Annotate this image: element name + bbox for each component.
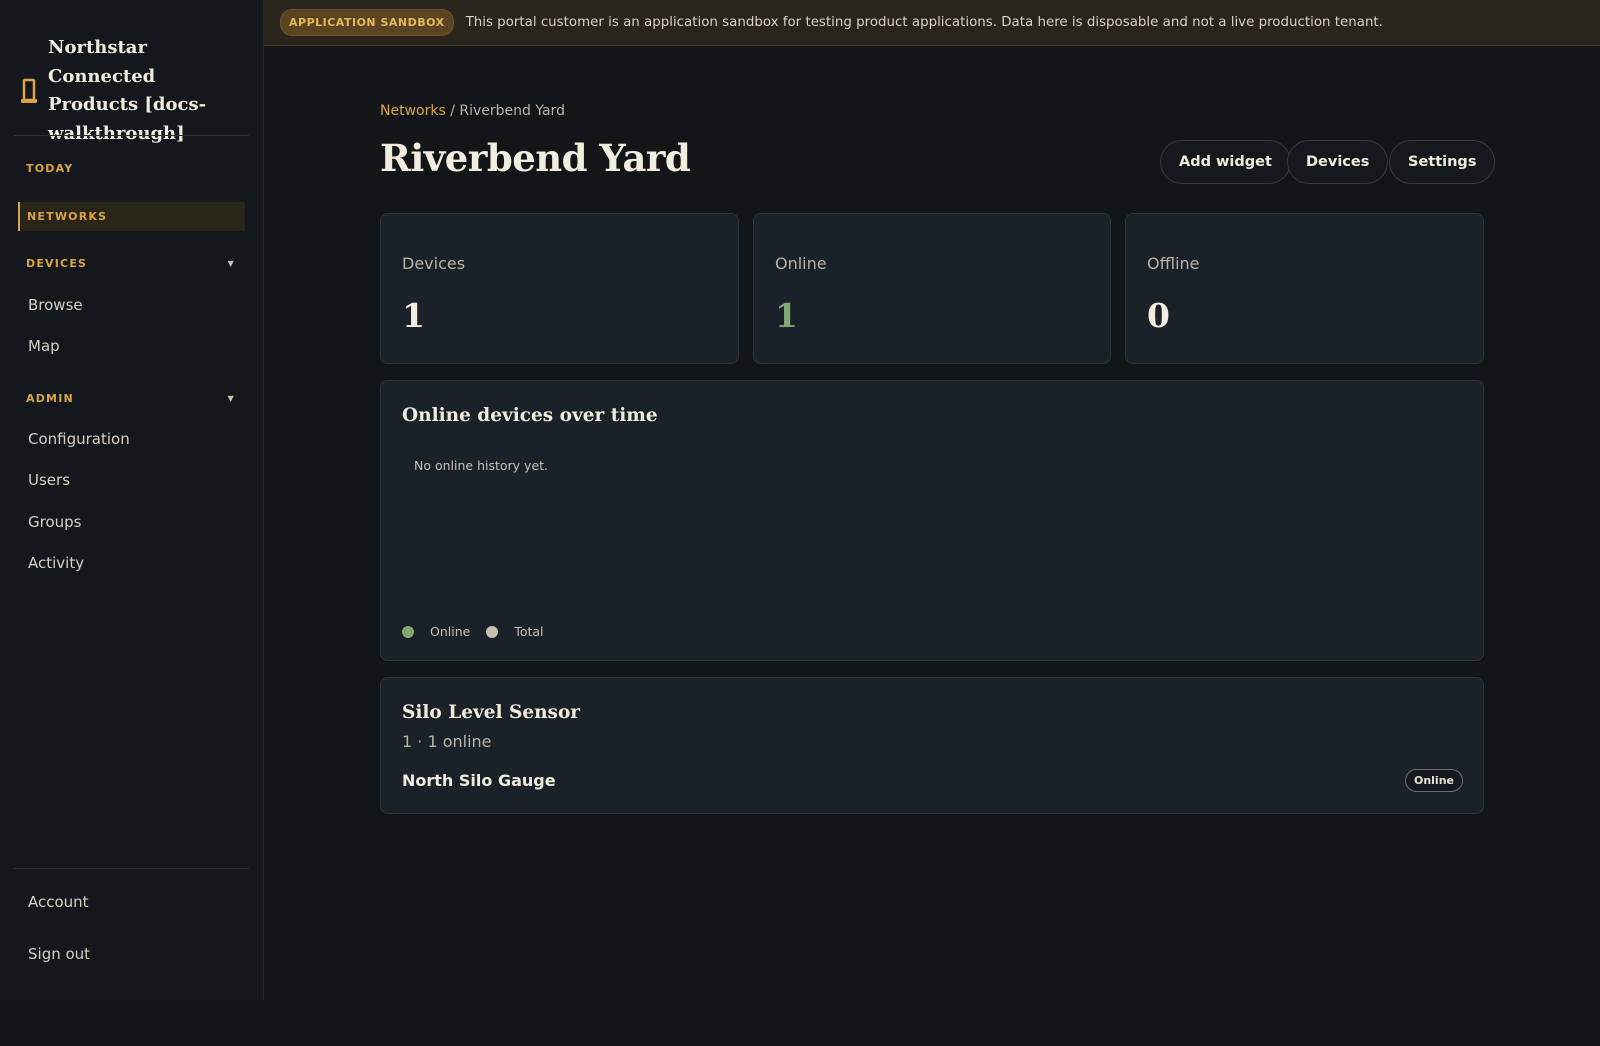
- settings-button[interactable]: Settings: [1389, 140, 1496, 184]
- sidebar-item-map[interactable]: Map: [28, 337, 60, 355]
- sidebar-section-devices[interactable]: DEVICES ▼: [18, 249, 245, 278]
- brand[interactable]: Northstar Connected Products [docs-walkt…: [18, 34, 248, 148]
- caret-down-icon: ▼: [227, 394, 235, 403]
- sidebar-item-today[interactable]: TODAY: [18, 154, 245, 183]
- online-devices-chart-card: Online devices over time No online histo…: [380, 380, 1484, 661]
- sidebar-section-label: ADMIN: [26, 392, 74, 405]
- sidebar-item-label: TODAY: [26, 162, 74, 175]
- button-label: Add widget: [1179, 154, 1272, 170]
- device-group-title: Silo Level Sensor: [402, 702, 581, 723]
- brand-name: Northstar Connected Products [docs-walkt…: [48, 37, 207, 144]
- devices-button[interactable]: Devices: [1287, 140, 1389, 184]
- breadcrumb: Networks / Riverbend Yard: [380, 103, 565, 119]
- legend-dot-online: [402, 625, 414, 638]
- add-widget-button[interactable]: Add widget: [1160, 140, 1291, 184]
- chart-title: Online devices over time: [402, 405, 658, 426]
- legend-label-online: Online: [430, 624, 471, 639]
- stat-card-devices: Devices 1: [380, 213, 739, 364]
- sidebar-item-label: NETWORKS: [27, 210, 108, 223]
- sign-out-link[interactable]: Sign out: [28, 945, 90, 963]
- divider: [14, 868, 249, 869]
- stat-label: Online: [775, 254, 827, 273]
- chart-legend: Online Total: [402, 624, 560, 639]
- sandbox-banner: APPLICATION SANDBOX This portal customer…: [264, 0, 1600, 46]
- sidebar-item-networks[interactable]: NETWORKS: [18, 202, 245, 231]
- stat-value: 1: [402, 296, 425, 335]
- caret-down-icon: ▼: [227, 259, 235, 268]
- status-badge: Online: [1404, 769, 1463, 792]
- sandbox-badge: APPLICATION SANDBOX: [280, 9, 454, 36]
- device-group-card: Silo Level Sensor 1 · 1 online North Sil…: [380, 677, 1484, 814]
- breadcrumb-current: Riverbend Yard: [459, 103, 565, 119]
- sidebar-item-account[interactable]: Account: [28, 893, 89, 911]
- device-link[interactable]: North Silo Gauge: [402, 771, 556, 790]
- page-title: Riverbend Yard: [380, 136, 691, 180]
- sidebar-item-configuration[interactable]: Configuration: [28, 430, 130, 448]
- breadcrumb-separator: /: [445, 103, 460, 119]
- sidebar: Northstar Connected Products [docs-walkt…: [0, 0, 264, 1000]
- legend-dot-total: [486, 625, 499, 638]
- stat-label: Devices: [402, 254, 466, 273]
- sidebar-item-activity[interactable]: Activity: [28, 554, 84, 572]
- sidebar-section-label: DEVICES: [26, 257, 88, 270]
- sidebar-item-browse[interactable]: Browse: [28, 296, 83, 314]
- stat-value: 0: [1147, 296, 1170, 335]
- divider: [14, 135, 249, 136]
- lamp-post-icon: [21, 78, 37, 103]
- sidebar-section-admin[interactable]: ADMIN ▼: [18, 384, 245, 413]
- sidebar-item-groups[interactable]: Groups: [28, 513, 81, 531]
- stat-label: Offline: [1147, 254, 1200, 273]
- stat-value: 1: [775, 296, 798, 335]
- legend-label-total: Total: [514, 624, 544, 639]
- breadcrumb-networks-link[interactable]: Networks: [380, 103, 446, 119]
- device-group-subtitle: 1 · 1 online: [402, 732, 492, 751]
- stat-card-online: Online 1: [753, 213, 1111, 364]
- chart-empty-message: No online history yet.: [414, 458, 549, 473]
- banner-text: This portal customer is an application s…: [465, 15, 1383, 30]
- sidebar-item-users[interactable]: Users: [28, 471, 70, 489]
- stat-card-offline: Offline 0: [1125, 213, 1484, 364]
- button-label: Settings: [1408, 154, 1477, 170]
- button-label: Devices: [1306, 154, 1370, 170]
